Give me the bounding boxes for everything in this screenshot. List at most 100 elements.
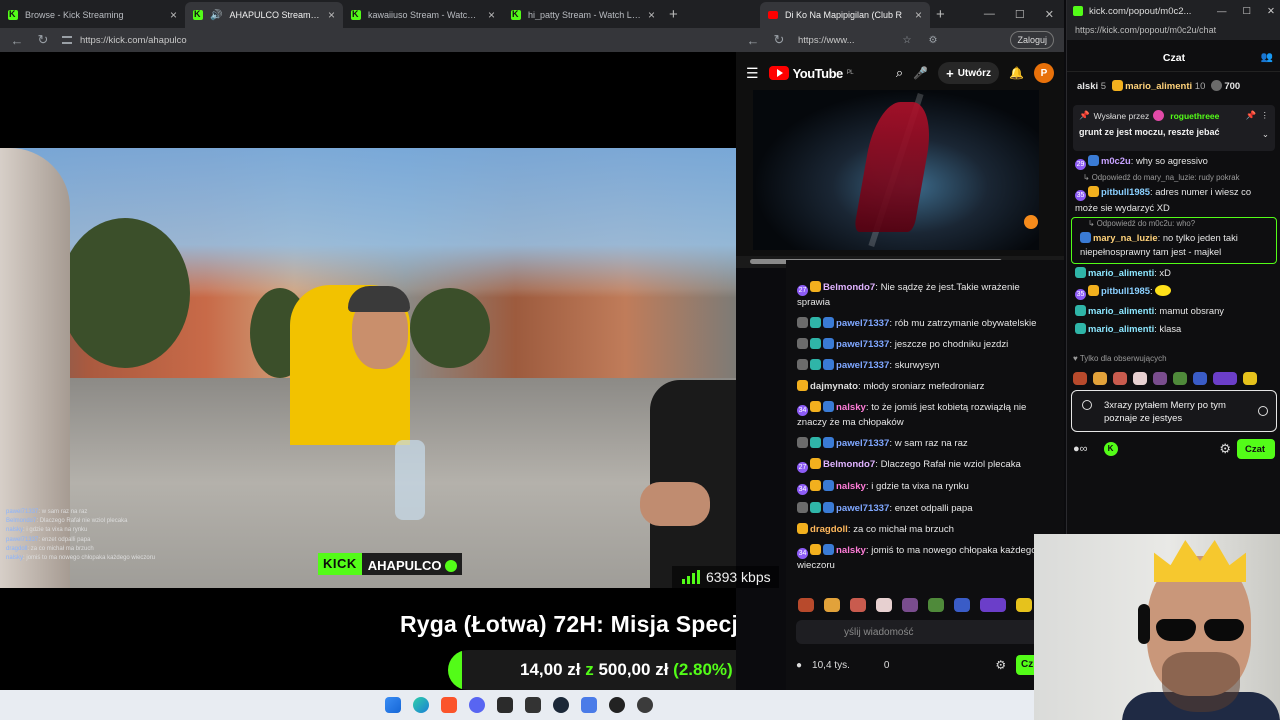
minimize-icon[interactable]: — [1217, 6, 1227, 17]
minimize-icon[interactable]: — [984, 8, 995, 21]
discord-icon[interactable] [469, 697, 485, 713]
chat-message[interactable]: mario_alimenti: mamut obsrany [1067, 302, 1280, 320]
speaker-icon[interactable]: 🔊 [210, 10, 222, 21]
chat-username[interactable]: mario_alimenti [1088, 305, 1154, 316]
chat-message[interactable]: dragdoll: za co michał ma brzuch [786, 520, 1064, 541]
chevron-down-icon[interactable]: ⌄ [1262, 129, 1269, 140]
back-arrow-icon[interactable]: ← [746, 33, 760, 48]
app-icon[interactable] [581, 697, 597, 713]
app-icon[interactable] [637, 697, 653, 713]
chat-message[interactable]: 34 nalsky: jomiś to ma nowego chłopaka ka… [786, 541, 1064, 577]
emote-icon[interactable] [1093, 371, 1107, 385]
chat-username[interactable]: m0c2u [1101, 155, 1131, 166]
send-chat-button[interactable]: Czat [1237, 439, 1275, 459]
infinity-points-icon[interactable]: ●∞ [1073, 443, 1088, 455]
youtube-logo[interactable]: YouTube PL [768, 66, 854, 81]
chat-username[interactable]: dragdoll [810, 524, 848, 535]
chat-message[interactable]: 34 nalsky: i gdzie ta vixa na rynku [786, 477, 1064, 499]
chat-username[interactable]: pawel71337 [836, 360, 889, 371]
back-arrow-icon[interactable]: ← [10, 33, 24, 48]
emote-icon[interactable] [1133, 371, 1147, 385]
chat-message[interactable]: 35 pitbull1985: [1067, 282, 1280, 302]
close-window-icon[interactable]: ✕ [1267, 6, 1275, 17]
avatar[interactable]: P [1034, 63, 1054, 83]
maximize-icon[interactable]: ☐ [1243, 6, 1252, 17]
chat-username[interactable]: Belmondo7 [823, 282, 875, 293]
chat-message[interactable]: 29 m0c2u: why so agressivo [1067, 152, 1280, 172]
chat-message[interactable]: 27 Belmondo7: Nie sądzę że jest.Takie wra… [786, 278, 1064, 314]
emoji-picker-icon[interactable] [1258, 406, 1268, 416]
chat-username[interactable]: mario_alimenti [1088, 267, 1154, 278]
hamburger-menu-icon[interactable]: ☰ [746, 65, 759, 82]
url-field[interactable]: https://kick.com/ahapulco [62, 35, 187, 46]
settings-gear-icon[interactable]: ⚙ [995, 658, 1006, 672]
close-tab-icon[interactable]: × [328, 8, 335, 22]
unpin-icon[interactable]: 📌 [1246, 110, 1257, 121]
chat-message[interactable]: mario_alimenti: klasa [1067, 320, 1280, 338]
youtube-video-player[interactable] [753, 90, 1039, 250]
chat-message[interactable]: pawel71337: skurwysyn [786, 356, 1064, 377]
chat-username[interactable]: nalsky [836, 545, 866, 556]
chat-message[interactable]: dajmynato: młody sroniarz mefedroniarz [786, 377, 1064, 398]
chat-message[interactable]: pawel71337: enzet odpalli papa [786, 499, 1064, 520]
chat-username[interactable]: dajmynato [810, 381, 858, 392]
site-settings-icon[interactable] [62, 36, 72, 44]
chat-username[interactable]: pawel71337 [836, 503, 889, 514]
chat-username[interactable]: Belmondo7 [823, 459, 875, 470]
bookmark-star-icon[interactable]: ☆ [900, 35, 914, 46]
chat-message[interactable]: mario_alimenti: xD [1067, 264, 1280, 282]
chat-input[interactable]: yślij wiadomość [796, 620, 1064, 644]
tab-ahapulco[interactable]: 🔊 AHAPULCO Stream - Watch Li × [185, 2, 343, 28]
chat-username[interactable]: nalsky [836, 402, 866, 413]
extensions-icon[interactable]: ⚙ [926, 35, 940, 46]
url-field[interactable]: https://www... [798, 35, 888, 46]
chat-message[interactable]: 34 nalsky: to że jomiś jest kobietą rozwi… [786, 398, 1064, 434]
emote-icon[interactable] [954, 598, 970, 612]
emote-icon[interactable] [876, 598, 892, 612]
emote-icon[interactable] [980, 598, 1006, 612]
chat-message[interactable]: pawel71337: w sam raz na raz [786, 434, 1064, 455]
reply-context[interactable]: ↳ Odpowiedź do mary_na_luzie: rudy pokra… [1067, 172, 1280, 183]
chat-message[interactable]: pawel71337: jeszcze po chodniku jezdzi [786, 335, 1064, 356]
emote-icon[interactable] [850, 598, 866, 612]
brave-browser-icon[interactable] [441, 697, 457, 713]
emote-icon[interactable] [1213, 371, 1237, 385]
steam-icon[interactable] [553, 697, 569, 713]
emote-icon[interactable] [1243, 371, 1257, 385]
chat-message[interactable]: ↳ Odpowiedź do mary_na_luzie: rudy pokra… [1067, 172, 1280, 217]
settings-gear-icon[interactable]: ⚙ [1219, 441, 1231, 457]
obs-icon[interactable] [497, 697, 513, 713]
emote-icon[interactable] [824, 598, 840, 612]
chat-message[interactable]: pawel71337: rób mu zatrzymanie obywatels… [786, 314, 1064, 335]
users-icon[interactable]: 👥 [1261, 52, 1273, 63]
close-tab-icon[interactable]: × [915, 8, 922, 22]
emote-icon[interactable] [1073, 371, 1087, 385]
emote-icon[interactable] [1153, 371, 1167, 385]
obs-studio-icon[interactable] [609, 697, 625, 713]
chat-message[interactable]: ↳ Odpowiedź do m0c2u: who? mary_na_luzie:… [1071, 217, 1277, 264]
emote-icon[interactable] [1016, 598, 1032, 612]
chat-message[interactable]: 27 Belmondo7: Dlaczego Rafał nie wziol pl… [786, 455, 1064, 477]
reload-icon[interactable]: ↻ [36, 32, 50, 48]
chat-username[interactable]: mary_na_luzie [1093, 232, 1158, 243]
more-options-icon[interactable]: ⋮ [1261, 110, 1270, 121]
tab-kawaiiuso[interactable]: kawaiiuso Stream - Watch Live on × [343, 2, 503, 28]
emote-icon[interactable] [928, 598, 944, 612]
microphone-icon[interactable]: 🎤 [913, 66, 928, 80]
emote-icon[interactable] [902, 598, 918, 612]
epic-games-icon[interactable] [525, 697, 541, 713]
start-menu-icon[interactable] [385, 697, 401, 713]
chat-username[interactable]: mario_alimenti [1088, 323, 1154, 334]
emote-icon[interactable] [1193, 371, 1207, 385]
chat-username[interactable]: nalsky [836, 481, 866, 492]
kick-rewards-icon[interactable]: K [1103, 442, 1118, 456]
close-tab-icon[interactable]: × [648, 8, 655, 22]
close-window-icon[interactable]: ✕ [1045, 8, 1054, 21]
edge-browser-icon[interactable] [413, 697, 429, 713]
close-tab-icon[interactable]: × [170, 8, 177, 22]
chat-username[interactable]: pitbull1985 [1101, 186, 1150, 197]
reply-context[interactable]: ↳ Odpowiedź do m0c2u: who? [1072, 218, 1276, 229]
new-tab-plus-icon[interactable]: + [936, 6, 945, 23]
emote-icon[interactable] [1173, 371, 1187, 385]
chat-username[interactable]: pawel71337 [836, 438, 889, 449]
